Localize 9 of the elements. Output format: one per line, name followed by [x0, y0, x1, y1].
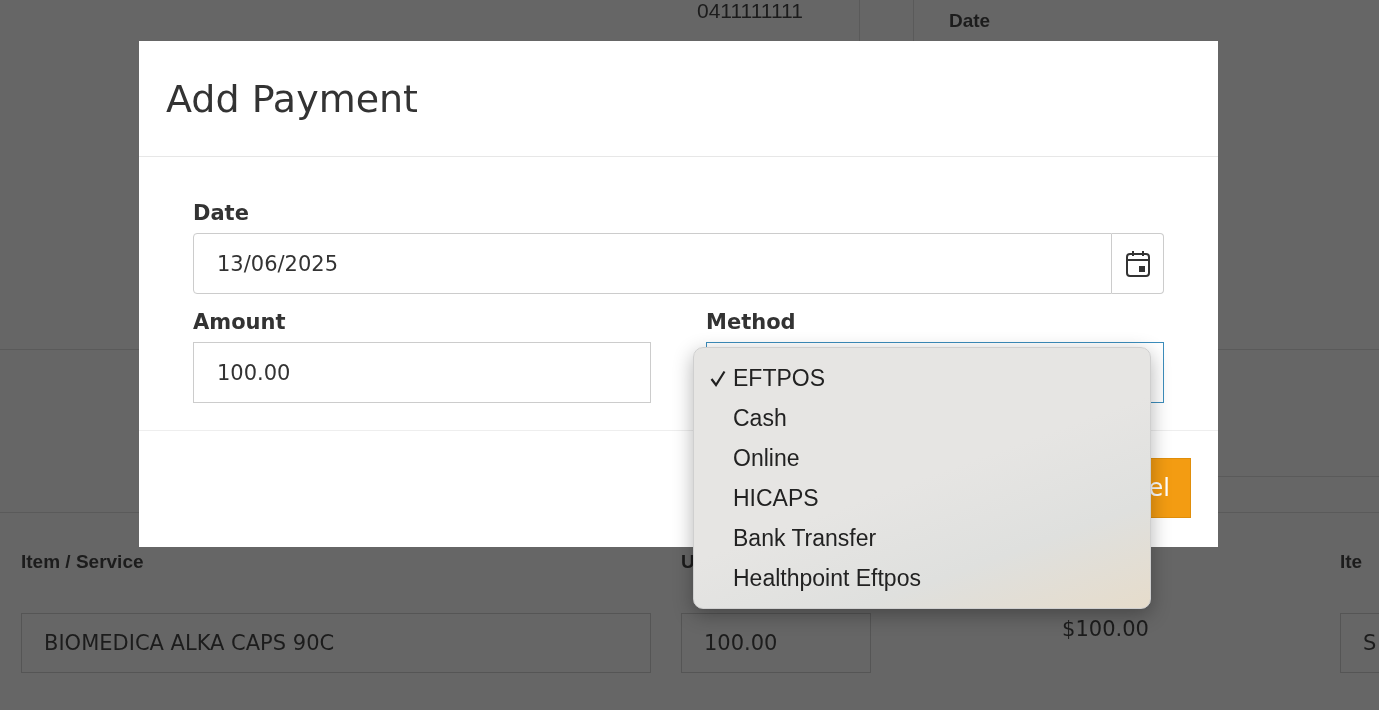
field-label: Date	[193, 201, 250, 225]
total-amount: $100.00	[1062, 617, 1149, 641]
field-label: Method	[706, 310, 797, 334]
field-label: Amount	[193, 310, 287, 334]
dialog-title: Add Payment	[166, 76, 418, 121]
phone-number: 0411111111	[697, 0, 803, 22]
column-header: Date	[949, 10, 991, 31]
column-header: Item / Service	[21, 551, 144, 572]
column-header: Ite	[1340, 551, 1363, 572]
